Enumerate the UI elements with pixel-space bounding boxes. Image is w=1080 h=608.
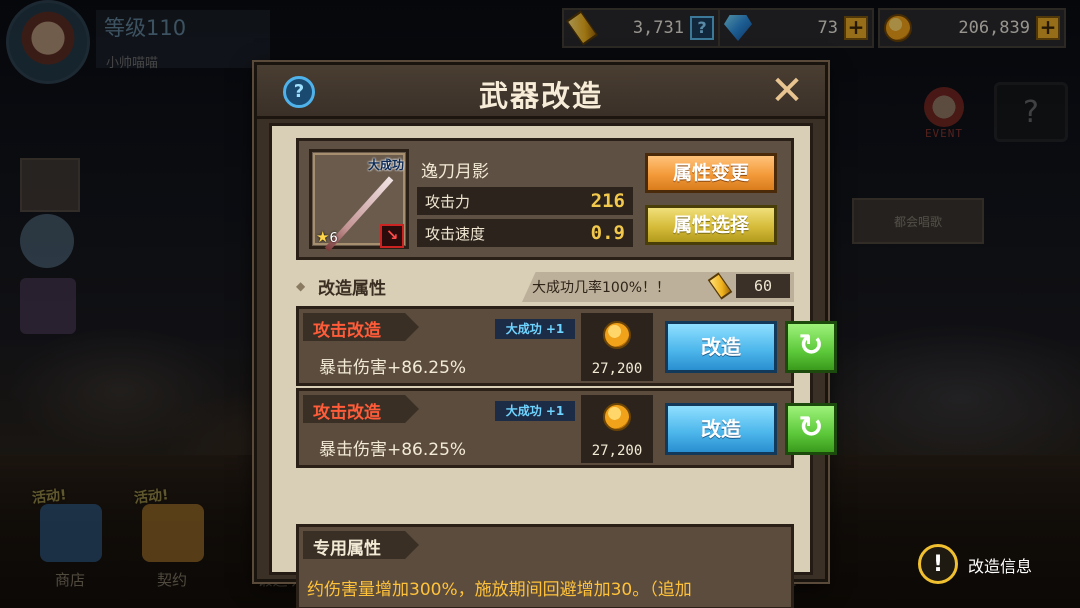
stat-attack-speed-label: 攻击速度 [425,224,486,243]
weapon-reform-modal: ? 武器改造 ✕ 大成功 ★6 ↘ 逸刀月影 攻击力 216 攻击速度 0.9 [254,62,837,608]
modal-header: ? 武器改造 ✕ [257,65,825,119]
star-rank-value: 6 [329,231,338,246]
modal-title: 武器改造 [478,79,603,113]
great-success-rate: 大成功几率100%！！ [532,280,671,296]
star-rank: ★6 [316,228,338,246]
reform-tag-label: 攻击改造 [313,403,381,423]
rate-ticket-cost: 60 [736,274,790,298]
reform-info-label: 改造信息 [968,557,1033,576]
exclamation-icon: ! [932,551,944,577]
reform-attribute: 暴击伤害+86.25% [319,358,467,378]
reform-cost: 27,200 [581,395,653,463]
ticket-icon [706,272,734,300]
attack-element-icon: ↘ [380,224,404,248]
weapon-card: 大成功 ★6 ↘ 逸刀月影 攻击力 216 攻击速度 0.9 属性变更 属性选择 [296,138,794,260]
stat-attack-label: 攻击力 [425,192,471,211]
star-icon: ★ [316,228,330,246]
change-attribute-button[interactable]: 属性变更 [645,153,777,193]
section-arrow-icon: ◆ [296,279,306,293]
weapon-image[interactable]: 大成功 ★6 ↘ [309,149,409,252]
great-success-chip: 大成功 +1 [495,401,575,421]
reform-button[interactable]: 改造 [665,403,777,455]
reform-row: 攻击改造 大成功 +1 暴击伤害+86.25% 27,200 改造 ↻ [296,388,837,468]
refresh-icon[interactable]: ↻ [785,403,837,455]
great-success-tag: 大成功 [368,158,405,172]
reform-section-title: 改造属性 [318,279,386,299]
exclusive-attribute-text[interactable]: 约伤害量增加300%，施放期间回避增加30。（追加 [307,575,783,600]
weapon-name: 逸刀月影 [421,162,489,182]
exclusive-attribute-panel: 专用属性 约伤害量增加300%，施放期间回避增加30。（追加 [296,524,794,608]
stat-attack-speed: 攻击速度 0.9 [417,219,633,247]
stat-attack: 攻击力 216 [417,187,633,215]
coin-icon [603,403,631,431]
reform-cost-value: 27,200 [591,361,643,377]
select-attribute-button[interactable]: 属性选择 [645,205,777,245]
reform-section-header: ◆ 改造属性 大成功几率100%！！ 60 [296,270,794,302]
reform-cost: 27,200 [581,313,653,381]
reform-info-button[interactable]: ! [918,544,958,584]
stat-attack-speed-value: 0.9 [590,222,625,244]
exclusive-tag-label: 专用属性 [313,539,381,559]
great-success-chip: 大成功 +1 [495,319,575,339]
modal-body: 大成功 ★6 ↘ 逸刀月影 攻击力 216 攻击速度 0.9 属性变更 属性选择… [269,123,837,608]
reform-tag-label: 攻击改造 [313,321,381,341]
reform-cost-value: 27,200 [591,443,643,459]
reform-attribute: 暴击伤害+86.25% [319,440,467,460]
reform-row: 攻击改造 大成功 +1 暴击伤害+86.25% 27,200 改造 ↻ [296,306,837,386]
refresh-icon[interactable]: ↻ [785,321,837,373]
close-icon[interactable]: ✕ [767,71,807,112]
reform-button[interactable]: 改造 [665,321,777,373]
stat-attack-value: 216 [590,190,625,212]
coin-icon [603,321,631,349]
